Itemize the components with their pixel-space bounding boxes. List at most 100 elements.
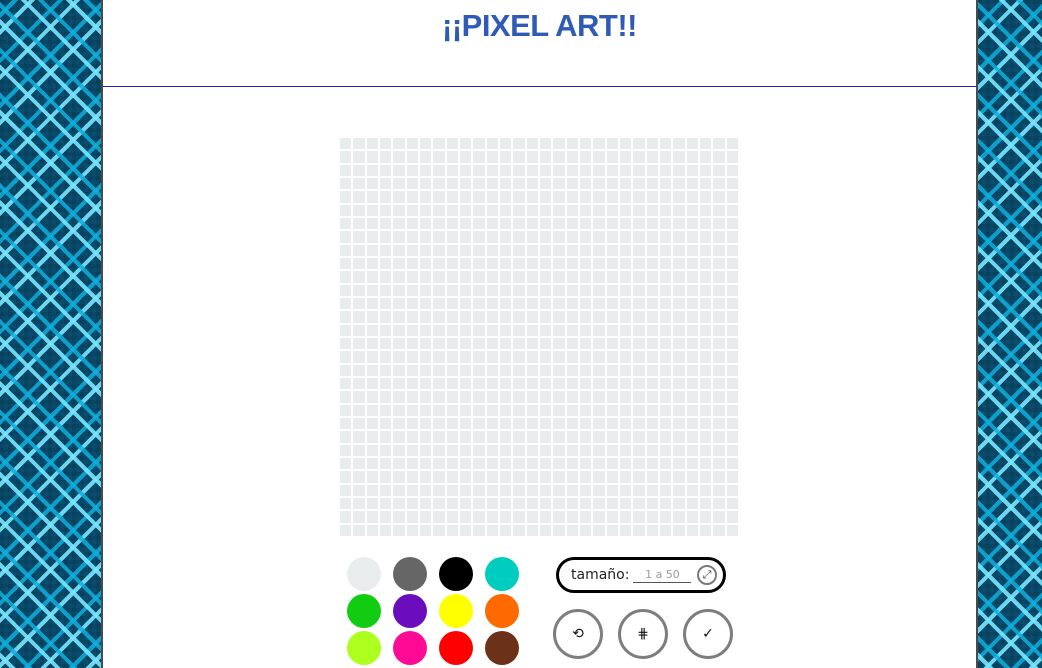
pixel-cell[interactable] [565, 363, 579, 377]
pixel-cell[interactable] [485, 470, 499, 484]
pixel-cell[interactable] [378, 390, 393, 404]
pixel-cell[interactable] [578, 216, 593, 231]
pixel-cell[interactable] [578, 137, 593, 151]
pixel-cell[interactable] [472, 190, 486, 204]
pixel-cell[interactable] [672, 430, 686, 444]
pixel-cell[interactable] [605, 336, 619, 351]
pixel-cell[interactable] [605, 403, 619, 417]
pixel-cell[interactable] [712, 216, 726, 231]
pixel-cell[interactable] [578, 510, 593, 524]
pixel-cell[interactable] [365, 137, 379, 151]
pixel-cell[interactable] [725, 363, 739, 377]
pixel-cell[interactable] [538, 150, 553, 164]
pixel-cell[interactable] [378, 256, 393, 271]
pixel-cell[interactable] [698, 137, 713, 151]
pixel-cell[interactable] [525, 176, 539, 191]
pixel-cell[interactable] [432, 390, 446, 404]
pixel-cell[interactable] [538, 496, 553, 511]
pixel-cell[interactable] [418, 203, 433, 217]
pixel-cell[interactable] [592, 203, 606, 217]
pixel-cell[interactable] [418, 163, 433, 177]
pixel-cell[interactable] [645, 323, 659, 337]
pixel-cell[interactable] [472, 416, 486, 431]
pixel-cell[interactable] [352, 270, 366, 284]
pixel-cell[interactable] [512, 350, 526, 364]
pixel-cell[interactable] [365, 523, 379, 537]
color-swatch-turquoise[interactable] [485, 557, 519, 591]
pixel-cell[interactable] [365, 336, 379, 351]
pixel-cell[interactable] [405, 443, 419, 457]
pixel-cell[interactable] [352, 137, 366, 151]
pixel-cell[interactable] [392, 376, 406, 391]
pixel-cell[interactable] [378, 230, 393, 244]
pixel-cell[interactable] [472, 176, 486, 191]
pixel-cell[interactable] [445, 483, 459, 497]
pixel-cell[interactable] [418, 283, 433, 297]
pixel-cell[interactable] [405, 363, 419, 377]
pixel-cell[interactable] [339, 163, 353, 177]
pixel-cell[interactable] [352, 163, 366, 177]
pixel-cell[interactable] [365, 496, 379, 511]
color-swatch-dark-gray[interactable] [393, 557, 427, 591]
pixel-cell[interactable] [565, 190, 579, 204]
pixel-cell[interactable] [618, 176, 633, 191]
pixel-cell[interactable] [432, 163, 446, 177]
pixel-cell[interactable] [712, 190, 726, 204]
pixel-cell[interactable] [378, 296, 393, 311]
pixel-cell[interactable] [525, 496, 539, 511]
pixel-cell[interactable] [592, 416, 606, 431]
pixel-cell[interactable] [365, 283, 379, 297]
pixel-cell[interactable] [698, 336, 713, 351]
pixel-cell[interactable] [685, 203, 699, 217]
pixel-cell[interactable] [565, 470, 579, 484]
pixel-cell[interactable] [632, 470, 646, 484]
pixel-cell[interactable] [418, 403, 433, 417]
pixel-cell[interactable] [605, 310, 619, 324]
pixel-cell[interactable] [592, 350, 606, 364]
pixel-cell[interactable] [512, 310, 526, 324]
pixel-cell[interactable] [658, 243, 673, 257]
pixel-cell[interactable] [445, 203, 459, 217]
pixel-cell[interactable] [618, 163, 633, 177]
pixel-cell[interactable] [698, 430, 713, 444]
pixel-cell[interactable] [605, 176, 619, 191]
pixel-cell[interactable] [378, 150, 393, 164]
pixel-cell[interactable] [592, 296, 606, 311]
pixel-cell[interactable] [592, 243, 606, 257]
pixel-cell[interactable] [725, 483, 739, 497]
pixel-cell[interactable] [685, 256, 699, 271]
pixel-cell[interactable] [525, 296, 539, 311]
pixel-cell[interactable] [378, 416, 393, 431]
pixel-cell[interactable] [418, 296, 433, 311]
pixel-cell[interactable] [405, 150, 419, 164]
pixel-cell[interactable] [392, 137, 406, 151]
pixel-cell[interactable] [445, 283, 459, 297]
pixel-cell[interactable] [365, 390, 379, 404]
pixel-cell[interactable] [392, 310, 406, 324]
pixel-cell[interactable] [339, 323, 353, 337]
pixel-cell[interactable] [352, 416, 366, 431]
pixel-cell[interactable] [472, 390, 486, 404]
pixel-cell[interactable] [458, 323, 473, 337]
pixel-cell[interactable] [365, 483, 379, 497]
pixel-cell[interactable] [498, 137, 513, 151]
pixel-cell[interactable] [578, 243, 593, 257]
pixel-cell[interactable] [498, 523, 513, 537]
pixel-cell[interactable] [485, 363, 499, 377]
pixel-cell[interactable] [512, 390, 526, 404]
pixel-cell[interactable] [565, 390, 579, 404]
pixel-cell[interactable] [512, 137, 526, 151]
pixel-cell[interactable] [392, 350, 406, 364]
pixel-cell[interactable] [698, 150, 713, 164]
pixel-cell[interactable] [645, 137, 659, 151]
pixel-cell[interactable] [458, 510, 473, 524]
pixel-cell[interactable] [512, 323, 526, 337]
pixel-cell[interactable] [645, 496, 659, 511]
pixel-cell[interactable] [339, 416, 353, 431]
pixel-cell[interactable] [378, 310, 393, 324]
pixel-cell[interactable] [658, 483, 673, 497]
pixel-cell[interactable] [552, 203, 566, 217]
pixel-cell[interactable] [472, 310, 486, 324]
pixel-cell[interactable] [605, 150, 619, 164]
pixel-cell[interactable] [578, 523, 593, 537]
